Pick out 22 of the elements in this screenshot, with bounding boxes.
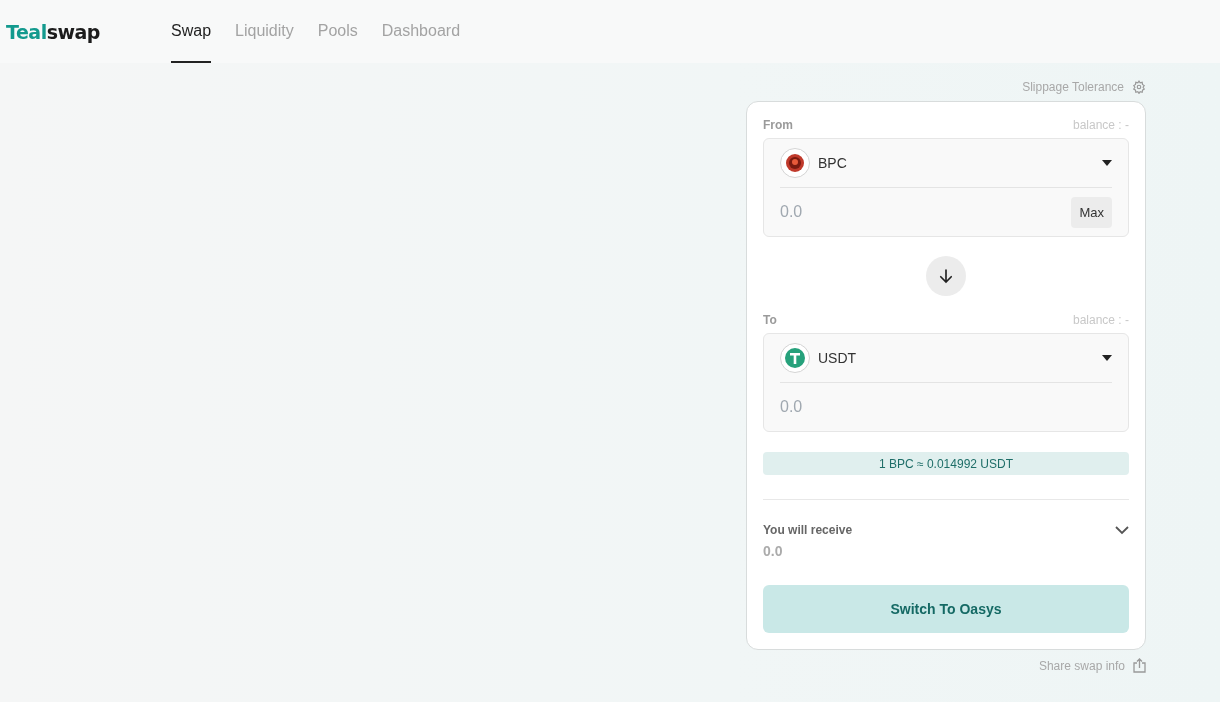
receive-label: You will receive [763,523,853,537]
token-selector[interactable]: BPC [780,139,1112,188]
nav-tab[interactable]: Swap [171,0,212,63]
logo[interactable]: Tealswap [0,0,171,63]
amount-input[interactable]: 0.0 [780,203,1072,221]
share-icon[interactable] [1133,658,1146,673]
switch-network-button[interactable]: Switch To Oasys [763,585,1129,633]
caret-icon [1102,355,1112,361]
exchange-rate: 1 BPC ≈ 0.014992 USDT [763,452,1129,475]
coin-icon [780,148,810,178]
token-selector[interactable]: USDT [780,334,1112,383]
amount-input[interactable]: 0.0 [780,398,1112,416]
tether-coin-icon [780,343,810,373]
caret-icon [1102,160,1112,166]
swap-direction-button[interactable] [926,256,966,296]
max-button[interactable]: Max [1071,196,1112,228]
chevron-icon[interactable] [1115,525,1129,535]
settings-icon[interactable] [1132,80,1146,94]
section-label: From [763,118,793,132]
arrow-down-icon [937,267,955,285]
receive-amount: 0.0 [763,543,784,559]
section-label: To [763,313,777,327]
